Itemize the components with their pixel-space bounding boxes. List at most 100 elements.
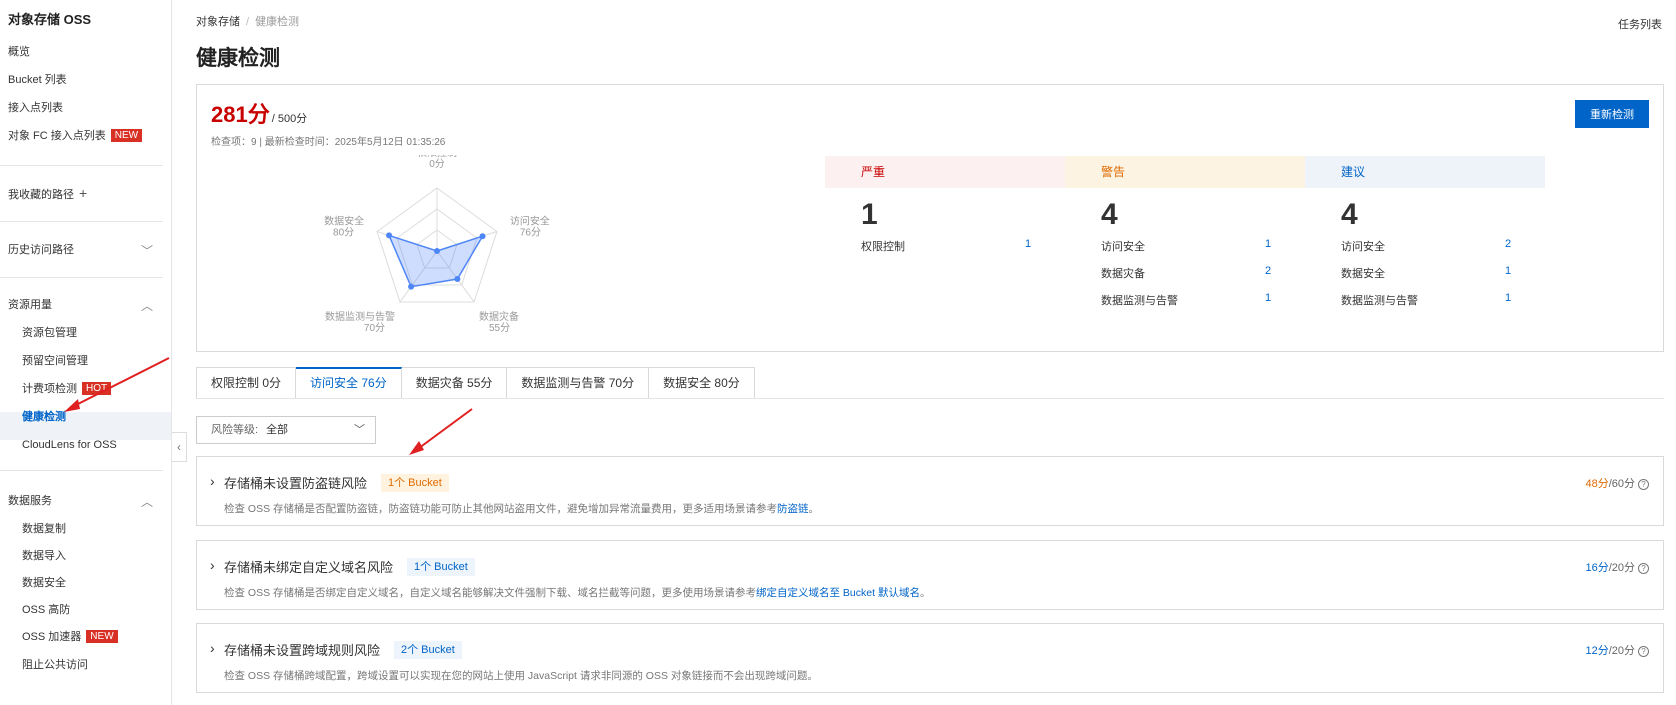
help-icon[interactable]: ? — [1638, 479, 1649, 490]
tabs-baseline — [196, 398, 1664, 399]
severity-row-count[interactable]: 1 — [1265, 238, 1271, 250]
sidebar-item-overview[interactable]: 概览 — [8, 43, 30, 61]
divider — [0, 221, 163, 222]
sidebar-item-bucket-list[interactable]: Bucket 列表 — [8, 71, 67, 89]
risk-doc-link[interactable]: 防盗链 — [777, 503, 809, 515]
plus-icon[interactable]: + — [79, 185, 87, 201]
sidebar-item-data-security[interactable]: 数据安全 — [22, 574, 66, 592]
severity-row-name: 数据安全 — [1341, 268, 1385, 280]
risk-bucket-count-tag[interactable]: 2个 Bucket — [394, 641, 462, 659]
severity-row-count[interactable]: 2 — [1265, 265, 1271, 277]
sidebar-item-label: 我收藏的路径 — [8, 189, 74, 201]
sidebar-item-block-public[interactable]: 阻止公共访问 — [22, 656, 88, 674]
breadcrumb: 对象存储 / 健康检测 — [196, 13, 299, 29]
risk-score: 48分/60分? — [1585, 475, 1649, 491]
chevron-right-icon[interactable]: › — [210, 557, 215, 573]
new-badge: NEW — [110, 129, 143, 142]
sidebar-item-label: 对象 FC 接入点列表 — [8, 130, 106, 142]
filter-value: 全部 — [266, 424, 289, 436]
sidebar-item-cloudlens[interactable]: CloudLens for OSS — [22, 436, 117, 454]
severity-column-2: 建议 4 访问安全 2 数据安全 1 数据监测与告警 1 — [1305, 156, 1545, 316]
radar-point-0 — [434, 248, 440, 254]
tab-1[interactable]: 访问安全 76分 — [296, 367, 402, 399]
severity-header: 警告 — [1065, 156, 1305, 188]
risk-bucket-count-tag[interactable]: 1个 Bucket — [381, 474, 449, 492]
help-icon[interactable]: ? — [1638, 646, 1649, 657]
radar-point-2 — [454, 276, 461, 283]
severity-row-name: 权限控制 — [861, 241, 905, 253]
severity-count: 4 — [1101, 198, 1118, 231]
sidebar-item-access-points[interactable]: 接入点列表 — [8, 99, 63, 117]
sidebar-item-oss-accelerator[interactable]: OSS 加速器 NEW — [22, 628, 118, 646]
severity-column-1: 警告 4 访问安全 1 数据灾备 2 数据监测与告警 1 — [1065, 156, 1305, 316]
severity-row-count[interactable]: 1 — [1265, 292, 1271, 304]
severity-panel: 严重 1 权限控制 1 警告 4 访问安全 1 数据灾备 2 数据监测与告警 1 建议 4 访问安全 2 数据安… — [825, 156, 1545, 316]
radar-axis-label: 数据监测与告警 — [325, 310, 395, 323]
tab-2[interactable]: 数据灾备 55分 — [401, 367, 508, 399]
risk-description-text: 检查 OSS 存储桶跨域配置，跨域设置可以实现在您的网站上使用 JavaScri… — [224, 670, 818, 682]
risk-description: 检查 OSS 存储桶是否绑定自定义域名，自定义域名能够解决文件强制下载、域名拦截… — [224, 585, 930, 600]
sidebar-item-favorites[interactable]: 我收藏的路径 + — [8, 184, 87, 202]
radar-axis-score: 55分 — [489, 322, 510, 334]
radar-series-area — [387, 234, 485, 288]
severity-row: 访问安全 1 — [1101, 238, 1271, 254]
sidebar-item-data-import[interactable]: 数据导入 — [22, 547, 66, 565]
chevron-up-icon[interactable]: ︿ — [141, 297, 153, 314]
score-max: / 500分 — [271, 113, 308, 125]
risk-score-total: /60分 — [1608, 478, 1635, 490]
sidebar-item-oss-ddos[interactable]: OSS 高防 — [22, 601, 70, 619]
page-title: 健康检测 — [196, 47, 280, 70]
divider — [0, 470, 163, 471]
risk-description: 检查 OSS 存储桶是否配置防盗链，防盗链功能可防止其他网站盗用文件，避免增加异… — [224, 501, 819, 516]
divider — [0, 277, 163, 278]
risk-doc-link[interactable]: 绑定自定义域名至 Bucket 默认域名 — [756, 587, 920, 599]
severity-row-count[interactable]: 2 — [1505, 238, 1511, 250]
help-icon[interactable]: ? — [1638, 563, 1649, 574]
chevron-down-icon[interactable]: ﹀ — [141, 242, 153, 259]
risk-item[interactable]: › 存储桶未设置防盗链风险 1个 Bucket 检查 OSS 存储桶是否配置防盗链，防… — [196, 456, 1664, 526]
sidebar-item-history[interactable]: 历史访问路径 — [8, 241, 74, 259]
chevron-right-icon[interactable]: › — [210, 473, 215, 489]
radar-axis-score: 70分 — [364, 322, 385, 334]
radar-axis-score: 0分 — [429, 158, 445, 170]
severity-row-count[interactable]: 1 — [1505, 292, 1511, 304]
severity-row: 数据监测与告警 1 — [1101, 292, 1271, 308]
total-score: 281分/ 500分 — [211, 97, 307, 129]
sidebar-group-data-services[interactable]: 数据服务 — [8, 492, 52, 510]
severity-header: 严重 — [825, 156, 1065, 188]
sidebar-collapse-handle[interactable]: ‹ — [172, 432, 187, 462]
radar-axis-score: 80分 — [333, 227, 354, 239]
risk-score-got: 16分 — [1585, 562, 1609, 574]
risk-level-select[interactable]: 风险等级: 全部 ﹀ — [196, 416, 376, 444]
risk-bucket-count-tag[interactable]: 1个 Bucket — [407, 558, 475, 576]
check-meta: 检查项：9 | 最新检查时间：2025年5月12日 01:35:26 — [211, 137, 446, 148]
sidebar-group-resource-usage[interactable]: 资源用量 — [8, 296, 52, 314]
risk-description-end: 。 — [808, 503, 820, 515]
sidebar-item-fc-access-points[interactable]: 对象 FC 接入点列表 NEW — [8, 127, 143, 145]
radar-point-4 — [386, 232, 393, 239]
severity-row-count[interactable]: 1 — [1025, 238, 1031, 250]
recheck-button[interactable]: 重新检测 — [1575, 100, 1649, 128]
tab-0[interactable]: 权限控制 0分 — [196, 367, 297, 399]
risk-title: 存储桶未绑定自定义域名风险 — [224, 560, 394, 575]
chevron-right-icon[interactable]: › — [210, 640, 215, 656]
risk-item[interactable]: › 存储桶未设置跨域规则风险 2个 Bucket 检查 OSS 存储桶跨域配置，跨域设… — [196, 623, 1664, 693]
radar-chart: 权限控制0分访问安全76分数据灾备55分数据监测与告警70分数据安全80分 — [324, 155, 550, 334]
sidebar-item-resource-pack[interactable]: 资源包管理 — [22, 324, 77, 342]
severity-row: 数据灾备 2 — [1101, 265, 1271, 281]
tab-4[interactable]: 数据安全 80分 — [649, 367, 755, 399]
risk-item[interactable]: › 存储桶未绑定自定义域名风险 1个 Bucket 检查 OSS 存储桶是否绑定自定义… — [196, 540, 1664, 610]
risk-score-total: /20分 — [1608, 562, 1635, 574]
task-list-link[interactable]: 任务列表 — [1618, 16, 1662, 32]
severity-row-count[interactable]: 1 — [1505, 265, 1511, 277]
breadcrumb-root[interactable]: 对象存储 — [196, 16, 240, 28]
sidebar-item-data-replication[interactable]: 数据复制 — [22, 520, 66, 538]
severity-row: 数据安全 1 — [1341, 265, 1511, 281]
divider — [0, 165, 163, 166]
severity-count: 4 — [1341, 198, 1358, 231]
severity-row-name: 数据灾备 — [1101, 268, 1145, 280]
risk-description-end: 。 — [919, 587, 931, 599]
tab-3[interactable]: 数据监测与告警 70分 — [507, 367, 650, 399]
chevron-up-icon[interactable]: ︿ — [141, 493, 153, 510]
severity-count: 1 — [861, 198, 878, 231]
